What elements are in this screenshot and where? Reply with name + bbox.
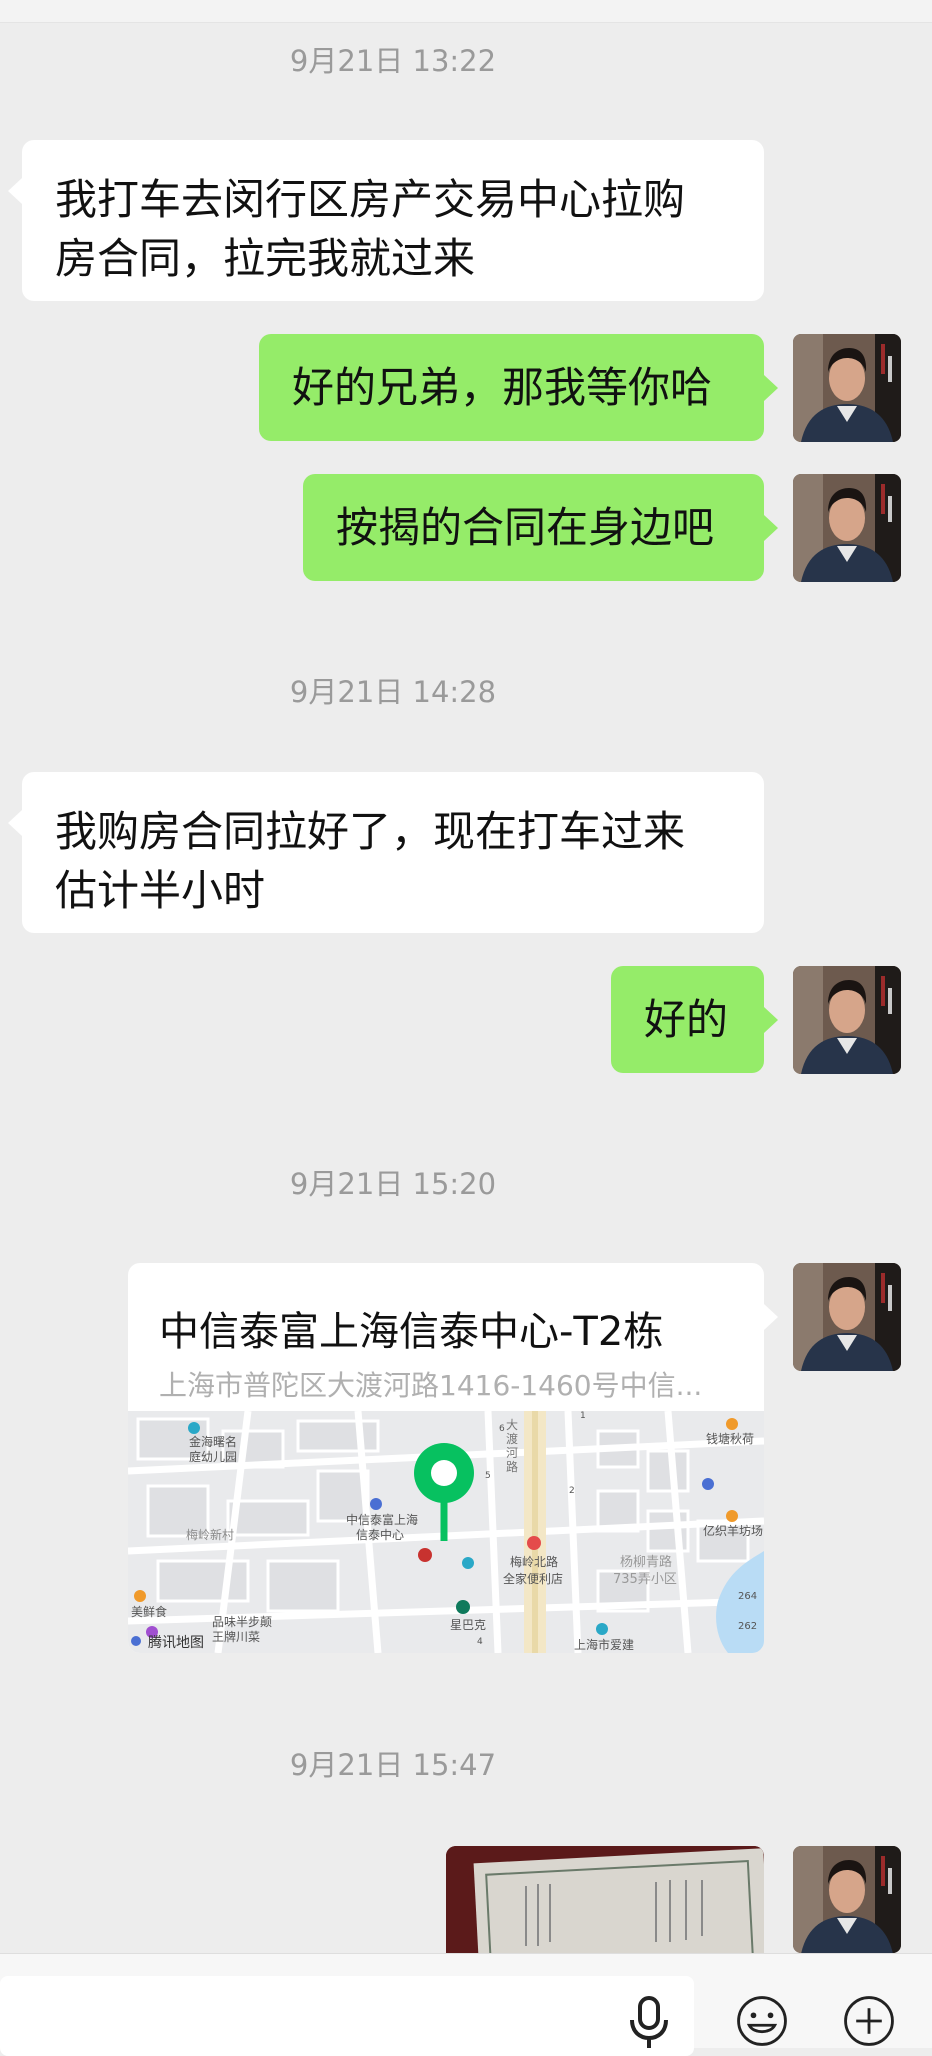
avatar[interactable] [793,1263,901,1371]
plus-icon[interactable] [831,1994,907,2052]
outgoing-message-bubble[interactable]: 好的 [611,966,778,1073]
map-label: 王牌川菜 [212,1630,260,1644]
incoming-message-bubble[interactable]: 我打车去闵行区房产交易中心拉购 房合同，拉完我就过来 [8,140,764,301]
avatar[interactable] [793,966,901,1074]
map-label: 5 [485,1471,491,1481]
map-label: 梅岭新村 [186,1527,234,1542]
incoming-message-bubble[interactable]: 我购房合同拉好了，现在打车过来 估计半小时 [8,772,764,933]
message-text: 我购房合同拉好了，现在打车过来 [55,807,686,856]
map-label: 262 [738,1621,757,1632]
avatar-image [793,966,901,1074]
timestamp: 9月21日 14:28 [289,675,497,709]
map-label: 路 [506,1459,518,1474]
map-label: 4 [477,1637,483,1647]
message-text: 房合同，拉完我就过来 [55,234,476,283]
outgoing-message-bubble[interactable]: 按揭的合同在身边吧 [303,474,778,581]
emoji-icon[interactable] [724,1994,800,2052]
message-text: 估计半小时 [55,866,266,915]
image-thumbnail [446,1846,764,1954]
map-image: 金海曙名 庭幼儿园 梅岭新村 中信泰富上海 信泰中心 大 渡 河 路 梅岭北路 … [128,1410,764,1653]
map-label: 杨柳青路 [620,1554,672,1570]
microphone-icon[interactable] [622,1994,676,2052]
outgoing-message-bubble[interactable]: 好的兄弟，那我等你哈 [259,334,778,441]
map-label: 1 [580,1411,586,1421]
location-map[interactable]: 金海曙名 庭幼儿园 梅岭新村 中信泰富上海 信泰中心 大 渡 河 路 梅岭北路 … [128,1410,764,1653]
map-brand: 腾讯地图 [148,1634,204,1651]
message-text: 好的 [644,995,729,1044]
timestamp: 9月21日 15:47 [289,1748,497,1782]
map-label: 264 [738,1591,757,1602]
avatar-image [793,474,901,582]
top-bar [0,0,932,23]
map-label: 大 [506,1418,518,1432]
message-text: 我打车去闵行区房产交易中心拉购 [55,175,686,224]
map-label: 上海市爱建 [574,1637,634,1652]
location-title: 中信泰富上海信泰中心-T2栋 [159,1309,664,1355]
map-label: 河 [506,1446,518,1460]
map-label: 2 [569,1486,575,1496]
map-label: 渡 [506,1431,518,1446]
message-text: 好的兄弟，那我等你哈 [292,363,713,412]
map-label: 亿织羊坊场 [703,1523,763,1538]
message-text: 按揭的合同在身边吧 [336,503,715,552]
location-address: 上海市普陀区大渡河路1416-1460号中信... [159,1369,703,1402]
map-label: 信泰中心 [356,1527,404,1542]
timestamp: 9月21日 15:20 [289,1167,497,1201]
avatar[interactable] [793,334,901,442]
map-label: 6 [499,1424,505,1434]
map-label: 全家便利店 [503,1571,563,1586]
map-label: 品味半步颠 [212,1614,272,1629]
avatar-image [793,1263,901,1371]
map-label: 钱塘秋荷 [706,1431,754,1446]
map-label: 美鲜食 [131,1604,167,1619]
message-input[interactable] [0,1976,694,2056]
input-bar [0,1953,932,2056]
map-label: 梅岭北路 [510,1554,558,1569]
location-card[interactable]: 中信泰富上海信泰中心-T2栋 上海市普陀区大渡河路1416-1460号中信... [128,1263,764,1653]
avatar-image [793,1846,901,1953]
location-card-arrow [764,1304,778,1330]
avatar-image [793,334,901,442]
timestamp: 9月21日 13:22 [289,44,497,78]
map-label: 735弄小区 [613,1572,677,1587]
map-label: 中信泰富上海 [346,1512,418,1527]
map-label: 金海曙名 [189,1434,237,1449]
avatar[interactable] [793,1846,901,1953]
map-label: 庭幼儿园 [189,1449,237,1464]
avatar[interactable] [793,474,901,582]
map-label: 星巴克 [450,1618,486,1632]
image-message[interactable] [446,1846,764,1954]
